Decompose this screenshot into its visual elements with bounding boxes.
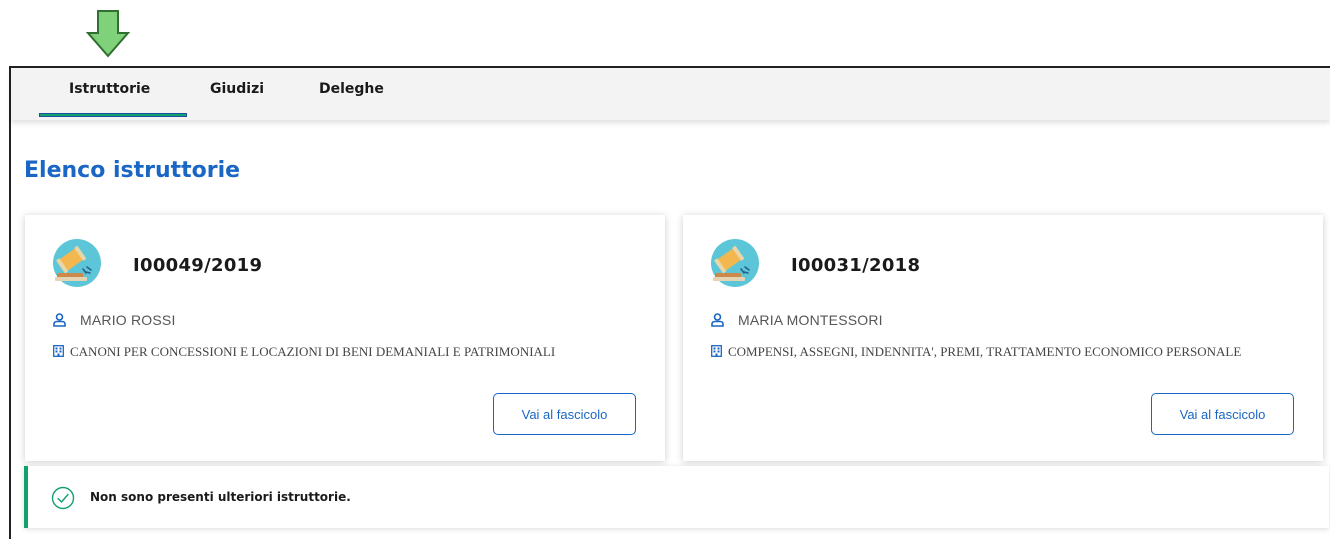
subject-row: COMPENSI, ASSEGNI, INDENNITA', PREMI, TR… [711, 342, 1271, 361]
gavel-icon [711, 239, 759, 287]
check-circle-icon [51, 486, 75, 510]
app-frame: Istruttorie Giudizi Deleghe Elenco istru… [9, 66, 1330, 539]
subject-text: COMPENSI, ASSEGNI, INDENNITA', PREMI, TR… [728, 344, 1242, 359]
notice-text: Non sono presenti ulteriori istruttorie. [90, 490, 351, 504]
tab-giudizi[interactable]: Giudizi [210, 81, 264, 97]
istruttoria-code: I00049/2019 [133, 255, 263, 276]
tab-bar: Istruttorie Giudizi Deleghe [11, 68, 1330, 120]
down-arrow-icon [86, 10, 130, 58]
info-notice: Non sono presenti ulteriori istruttorie. [24, 466, 1329, 528]
user-icon [711, 313, 724, 327]
subject-text: CANONI PER CONCESSIONI E LOCAZIONI DI BE… [70, 344, 556, 359]
subject-row: CANONI PER CONCESSIONI E LOCAZIONI DI BE… [53, 342, 613, 361]
tab-deleghe[interactable]: Deleghe [319, 81, 384, 97]
building-icon [53, 345, 64, 357]
person-name: MARIO ROSSI [80, 312, 176, 328]
vai-al-fascicolo-button[interactable]: Vai al fascicolo [1151, 393, 1294, 435]
person-name: MARIA MONTESSORI [738, 312, 883, 328]
page-title: Elenco istruttorie [24, 158, 241, 183]
istruttoria-card: I00049/2019 MARIO ROSSI CANONI PER CONCE… [25, 215, 665, 461]
istruttoria-code: I00031/2018 [791, 255, 921, 276]
istruttoria-card: I00031/2018 MARIA MONTESSORI COMPENSI, A… [683, 215, 1323, 461]
building-icon [711, 345, 722, 357]
tab-istruttorie[interactable]: Istruttorie [69, 81, 150, 97]
gavel-icon [53, 239, 101, 287]
active-tab-indicator [39, 113, 187, 117]
user-icon [53, 313, 66, 327]
person-row: MARIA MONTESSORI [711, 312, 883, 328]
person-row: MARIO ROSSI [53, 312, 176, 328]
vai-al-fascicolo-button[interactable]: Vai al fascicolo [493, 393, 636, 435]
